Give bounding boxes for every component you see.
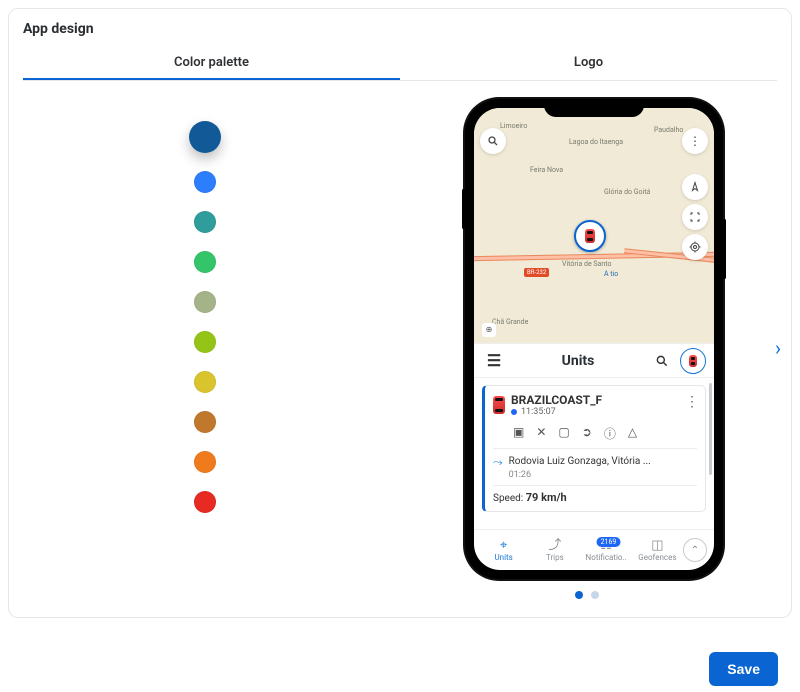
card-icon-device[interactable]: ▣ (513, 425, 524, 442)
swatch-9[interactable] (194, 491, 216, 513)
swatch-1[interactable] (194, 171, 216, 193)
car-icon (585, 229, 595, 243)
status-dot (511, 409, 517, 415)
card-icon-route[interactable]: ✕ (536, 425, 546, 442)
map-area[interactable]: Limoeiro Lagoa do Itaenga Feira Nova Gló… (474, 108, 714, 343)
route-icon: ⤳ (493, 455, 503, 480)
unit-route: ⤳ Rodovia Luiz Gonzaga, Vitória ... 01:2… (493, 448, 697, 486)
menu-icon[interactable]: ☰ (482, 349, 506, 373)
card-icon-screen[interactable]: ▢ (558, 425, 569, 442)
route-text: Rodovia Luiz Gonzaga, Vitória ... (509, 456, 651, 467)
card-body: Limoeiro Lagoa do Itaenga Feira Nova Gló… (9, 81, 791, 609)
palette (189, 121, 221, 609)
swatch-8[interactable] (194, 451, 216, 473)
unit-card-header: BRAZILCOAST_F 11:35:07 (493, 393, 697, 417)
swatch-2[interactable] (194, 211, 216, 233)
route-time: 01:26 (509, 470, 531, 480)
scale-icon: ⊕ (482, 323, 496, 337)
map-orient-icon[interactable] (682, 174, 708, 200)
card-icon-share[interactable]: ➲ (582, 425, 592, 442)
card-icon-info[interactable]: ⓘ (604, 425, 616, 442)
selected-unit-icon[interactable] (680, 348, 706, 374)
map-label-limoeiro: Limoeiro (500, 122, 527, 130)
nav-notifications[interactable]: 2169 ☷ Notificatio.. (581, 539, 632, 562)
card-icon-nav[interactable]: △ (628, 425, 637, 442)
vehicle-pin[interactable] (574, 220, 606, 252)
map-label-paudalho: Paudalho (654, 126, 683, 134)
unit-more-icon[interactable]: ⋮ (685, 394, 699, 410)
palette-column (9, 81, 400, 609)
swatch-5[interactable] (194, 331, 216, 353)
tab-logo[interactable]: Logo (400, 47, 777, 80)
phone-frame: Limoeiro Lagoa do Itaenga Feira Nova Gló… (465, 99, 723, 579)
page-root: App design Color palette Logo (0, 8, 800, 692)
unit-speed: Speed: 79 km/h (493, 486, 697, 504)
map-locate-icon[interactable] (682, 234, 708, 260)
nav-units[interactable]: ⌖ Units (478, 539, 529, 562)
unit-name: BRAZILCOAST_F (511, 393, 602, 407)
phone-screen: Limoeiro Lagoa do Itaenga Feira Nova Gló… (474, 108, 714, 570)
unit-card[interactable]: ⋮ BRAZILCOAST_F 11:35:07 ▣ ✕ (482, 385, 706, 512)
trips-icon: ⤴ (529, 539, 580, 553)
map-search-icon[interactable] (480, 128, 506, 154)
tabs: Color palette Logo (23, 47, 777, 81)
map-label-feira: Feira Nova (530, 166, 563, 174)
unit-time: 11:35:07 (511, 407, 602, 417)
notifications-badge: 2169 (597, 537, 621, 547)
map-label-lagoa: Lagoa do Itaenga (569, 138, 623, 146)
scroll-indicator (709, 383, 712, 475)
map-label-gloria: Glória do Goitá (604, 188, 650, 196)
swatch-4[interactable] (194, 291, 216, 313)
nav-geofences[interactable]: ◫ Geofences (632, 539, 683, 562)
units-header: ☰ Units (474, 343, 714, 378)
search-icon[interactable] (650, 349, 674, 373)
car-icon (493, 396, 505, 414)
carousel-dots (575, 591, 599, 599)
map-label-atio: A tio (604, 270, 618, 278)
swatch-0[interactable] (189, 121, 221, 153)
carousel-dot-1[interactable] (591, 591, 599, 599)
carousel-next-icon[interactable]: › (775, 336, 781, 360)
map-more-icon[interactable]: ⋮ (682, 128, 708, 154)
nav-expand-icon[interactable]: ⌃ (683, 538, 707, 562)
save-button[interactable]: Save (709, 652, 778, 686)
nav-trips[interactable]: ⤴ Trips (529, 539, 580, 562)
carousel-dot-0[interactable] (575, 591, 583, 599)
map-center-icon[interactable] (682, 204, 708, 230)
pin-icon: ⌖ (478, 539, 529, 553)
app-design-card: App design Color palette Logo (8, 8, 792, 618)
unit-action-icons: ▣ ✕ ▢ ➲ ⓘ △ (513, 425, 697, 442)
road-tag: BR-232 (524, 268, 549, 277)
bottom-nav: ⌖ Units ⤴ Trips 2169 ☷ Notificatio.. (474, 529, 714, 570)
preview-column: Limoeiro Lagoa do Itaenga Feira Nova Gló… (400, 81, 791, 609)
map-label-cha: Chã Grande (492, 318, 528, 326)
swatch-7[interactable] (194, 411, 216, 433)
swatch-3[interactable] (194, 251, 216, 273)
page-title: App design (9, 9, 791, 47)
geofence-icon: ◫ (632, 539, 683, 553)
tab-color-palette[interactable]: Color palette (23, 47, 400, 80)
phone-notch (544, 99, 644, 117)
car-icon (689, 355, 697, 367)
units-title: Units (512, 353, 644, 369)
map-label-vitoria: Vitória de Santo (562, 260, 611, 268)
swatch-6[interactable] (194, 371, 216, 393)
